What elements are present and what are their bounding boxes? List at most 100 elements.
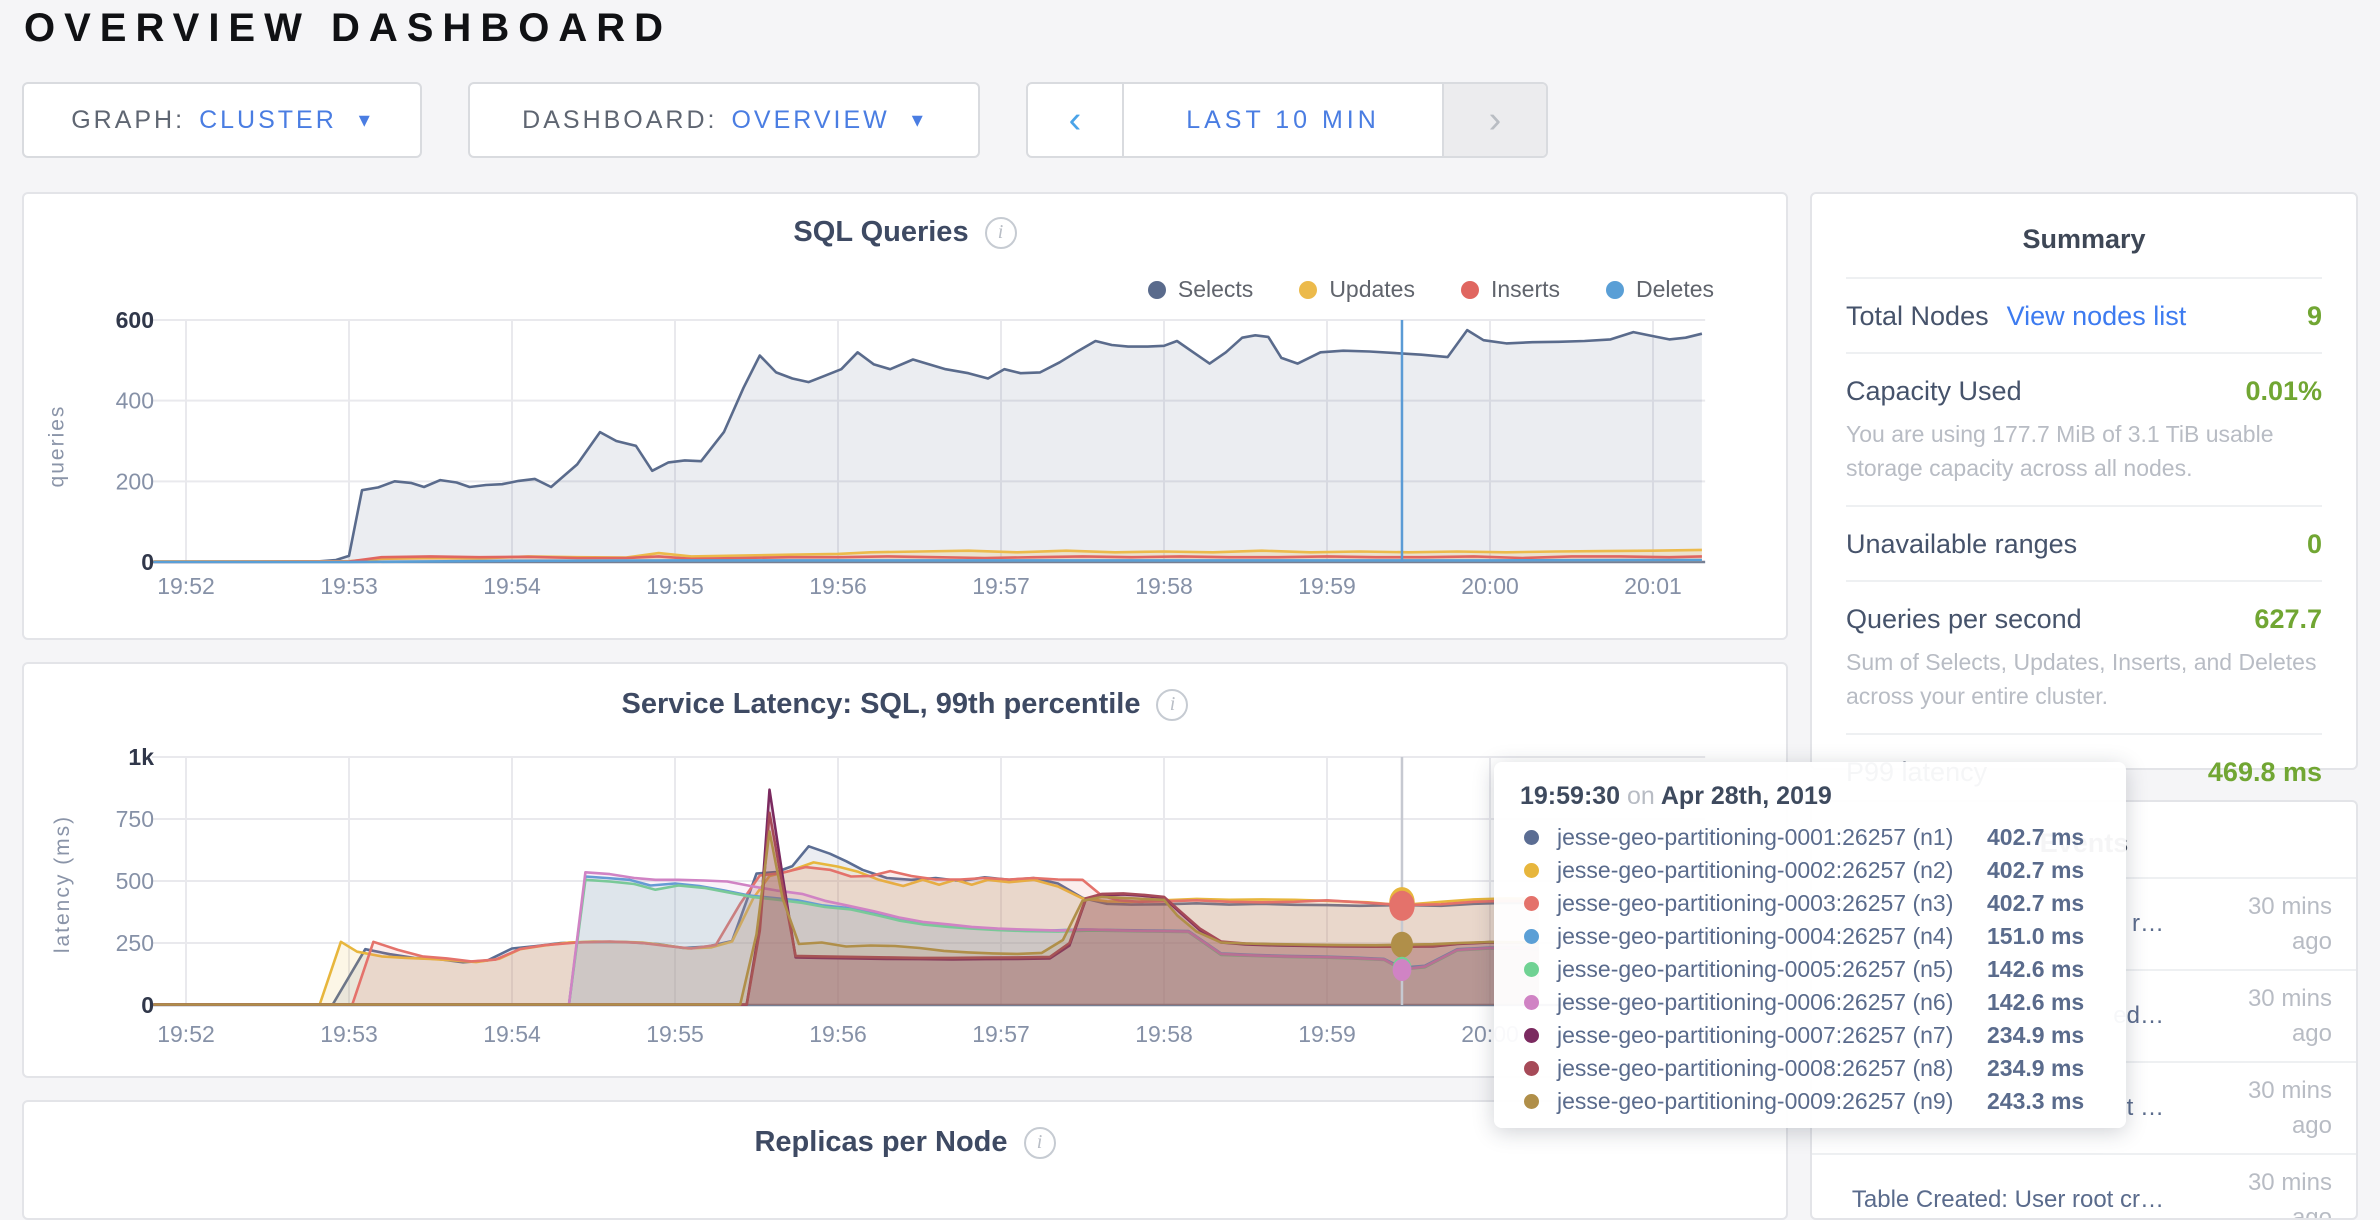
total-nodes-value: 9 xyxy=(2307,301,2322,332)
latency-value: 151.0 ms xyxy=(1987,923,2084,950)
svg-text:19:57: 19:57 xyxy=(972,1021,1030,1047)
node-name: jesse-geo-partitioning-0001:26257 (n1) xyxy=(1557,824,1987,851)
tooltip-row: jesse-geo-partitioning-0004:26257 (n4) 1… xyxy=(1520,920,2100,953)
chevron-left-icon: ‹ xyxy=(1069,99,1082,142)
latency-value: 142.6 ms xyxy=(1987,956,2084,983)
time-window-prev-button[interactable]: ‹ xyxy=(1028,84,1124,156)
event-time: 30 mins ago xyxy=(2202,1165,2332,1220)
svg-text:19:53: 19:53 xyxy=(320,1021,378,1047)
series-dot-icon xyxy=(1524,863,1539,878)
chevron-down-icon: ▾ xyxy=(359,107,373,133)
p99-latency-value: 469.8 ms xyxy=(2208,757,2322,788)
series-dot-icon xyxy=(1524,1061,1539,1076)
svg-text:19:56: 19:56 xyxy=(809,573,867,599)
event-time: 30 mins ago xyxy=(2202,1073,2332,1143)
series-dot-icon xyxy=(1524,995,1539,1010)
summary-row-unavailable: Unavailable ranges 0 xyxy=(1846,505,2322,580)
time-window-range-button[interactable]: LAST 10 MIN xyxy=(1124,84,1442,156)
event-time: 30 mins ago xyxy=(2202,981,2332,1051)
time-window-next-button[interactable]: › xyxy=(1442,84,1546,156)
capacity-used-label: Capacity Used xyxy=(1846,376,2022,407)
graph-dropdown-label: GRAPH: xyxy=(71,106,185,135)
svg-text:200: 200 xyxy=(116,468,154,494)
time-window-control: ‹ LAST 10 MIN › xyxy=(1026,82,1548,158)
svg-text:500: 500 xyxy=(116,868,154,894)
tooltip-timestamp: 19:59:30 on Apr 28th, 2019 xyxy=(1520,782,2100,811)
tooltip-row: jesse-geo-partitioning-0005:26257 (n5) 1… xyxy=(1520,953,2100,986)
svg-text:19:58: 19:58 xyxy=(1135,573,1193,599)
graph-dropdown-value: CLUSTER xyxy=(199,106,337,135)
series-dot-icon xyxy=(1524,1028,1539,1043)
svg-text:19:54: 19:54 xyxy=(483,573,541,599)
tooltip-row: jesse-geo-partitioning-0008:26257 (n8) 2… xyxy=(1520,1052,2100,1085)
latency-value: 402.7 ms xyxy=(1987,890,2084,917)
node-name: jesse-geo-partitioning-0009:26257 (n9) xyxy=(1557,1088,1987,1115)
tooltip-row: jesse-geo-partitioning-0002:26257 (n2) 4… xyxy=(1520,854,2100,887)
node-name: jesse-geo-partitioning-0002:26257 (n2) xyxy=(1557,857,1987,884)
tooltip-row: jesse-geo-partitioning-0006:26257 (n6) 1… xyxy=(1520,986,2100,1019)
page-title: OVERVIEW DASHBOARD xyxy=(24,6,672,51)
latency-value: 142.6 ms xyxy=(1987,989,2084,1016)
series-dot-icon xyxy=(1524,1094,1539,1109)
dashboard-dropdown-label: DASHBOARD: xyxy=(522,106,717,135)
latency-value: 234.9 ms xyxy=(1987,1055,2084,1082)
node-name: jesse-geo-partitioning-0008:26257 (n8) xyxy=(1557,1055,1987,1082)
latency-value: 402.7 ms xyxy=(1987,857,2084,884)
svg-text:0: 0 xyxy=(141,549,154,575)
summary-row-qps: Queries per second 627.7 Sum of Selects,… xyxy=(1846,580,2322,733)
dashboard-dropdown-value: OVERVIEW xyxy=(731,106,889,135)
latency-value: 402.7 ms xyxy=(1987,824,2084,851)
event-row[interactable]: Table Created: User root cr… 30 mins ago xyxy=(1812,1155,2356,1220)
latency-tooltip: 19:59:30 on Apr 28th, 2019 jesse-geo-par… xyxy=(1494,762,2126,1128)
svg-text:19:55: 19:55 xyxy=(646,573,704,599)
svg-text:19:52: 19:52 xyxy=(157,1021,215,1047)
tooltip-row: jesse-geo-partitioning-0003:26257 (n3) 4… xyxy=(1520,887,2100,920)
series-dot-icon xyxy=(1524,929,1539,944)
latency-value: 243.3 ms xyxy=(1987,1088,2084,1115)
unavailable-ranges-label: Unavailable ranges xyxy=(1846,529,2077,560)
series-dot-icon xyxy=(1524,830,1539,845)
node-name: jesse-geo-partitioning-0003:26257 (n3) xyxy=(1557,890,1987,917)
chevron-down-icon: ▾ xyxy=(912,107,926,133)
graph-dropdown[interactable]: GRAPH: CLUSTER ▾ xyxy=(22,82,422,158)
svg-text:19:53: 19:53 xyxy=(320,573,378,599)
capacity-used-value: 0.01% xyxy=(2245,376,2322,407)
node-name: jesse-geo-partitioning-0006:26257 (n6) xyxy=(1557,989,1987,1016)
replicas-per-node-title: Replicas per Node xyxy=(754,1126,1007,1159)
node-name: jesse-geo-partitioning-0007:26257 (n7) xyxy=(1557,1022,1987,1049)
sql-queries-card: SQL Queries i Selects Updates Inserts De… xyxy=(22,192,1788,640)
summary-row-total-nodes: Total Nodes View nodes list 9 xyxy=(1846,277,2322,352)
svg-text:19:57: 19:57 xyxy=(972,573,1030,599)
svg-text:1k: 1k xyxy=(128,744,154,770)
summary-panel: Summary Total Nodes View nodes list 9 Ca… xyxy=(1810,192,2358,770)
capacity-used-desc: You are using 177.7 MiB of 3.1 TiB usabl… xyxy=(1846,417,2322,485)
node-name: jesse-geo-partitioning-0004:26257 (n4) xyxy=(1557,923,1987,950)
svg-text:250: 250 xyxy=(116,930,154,956)
chevron-right-icon: › xyxy=(1489,99,1502,142)
qps-value: 627.7 xyxy=(2254,604,2322,635)
svg-text:19:55: 19:55 xyxy=(646,1021,704,1047)
qps-label: Queries per second xyxy=(1846,604,2082,635)
summary-title: Summary xyxy=(1846,194,2322,277)
view-nodes-list-link[interactable]: View nodes list xyxy=(2007,301,2187,332)
series-dot-icon xyxy=(1524,962,1539,977)
svg-text:750: 750 xyxy=(116,806,154,832)
dashboard-dropdown[interactable]: DASHBOARD: OVERVIEW ▾ xyxy=(468,82,980,158)
tooltip-row: jesse-geo-partitioning-0001:26257 (n1) 4… xyxy=(1520,821,2100,854)
series-dot-icon xyxy=(1524,896,1539,911)
info-icon[interactable]: i xyxy=(1024,1127,1056,1159)
svg-text:600: 600 xyxy=(116,307,154,333)
latency-value: 234.9 ms xyxy=(1987,1022,2084,1049)
svg-text:19:52: 19:52 xyxy=(157,573,215,599)
summary-row-capacity: Capacity Used 0.01% You are using 177.7 … xyxy=(1846,352,2322,505)
svg-text:19:54: 19:54 xyxy=(483,1021,541,1047)
svg-text:19:56: 19:56 xyxy=(809,1021,867,1047)
svg-text:20:01: 20:01 xyxy=(1624,573,1682,599)
sql-queries-chart[interactable]: 19:5219:5319:5419:5519:5619:5719:5819:59… xyxy=(24,194,1786,638)
event-time: 30 mins ago xyxy=(2202,889,2332,959)
svg-text:0: 0 xyxy=(141,992,154,1018)
tooltip-row: jesse-geo-partitioning-0009:26257 (n9) 2… xyxy=(1520,1085,2100,1118)
node-name: jesse-geo-partitioning-0005:26257 (n5) xyxy=(1557,956,1987,983)
svg-text:19:59: 19:59 xyxy=(1298,1021,1356,1047)
unavailable-ranges-value: 0 xyxy=(2307,529,2322,560)
